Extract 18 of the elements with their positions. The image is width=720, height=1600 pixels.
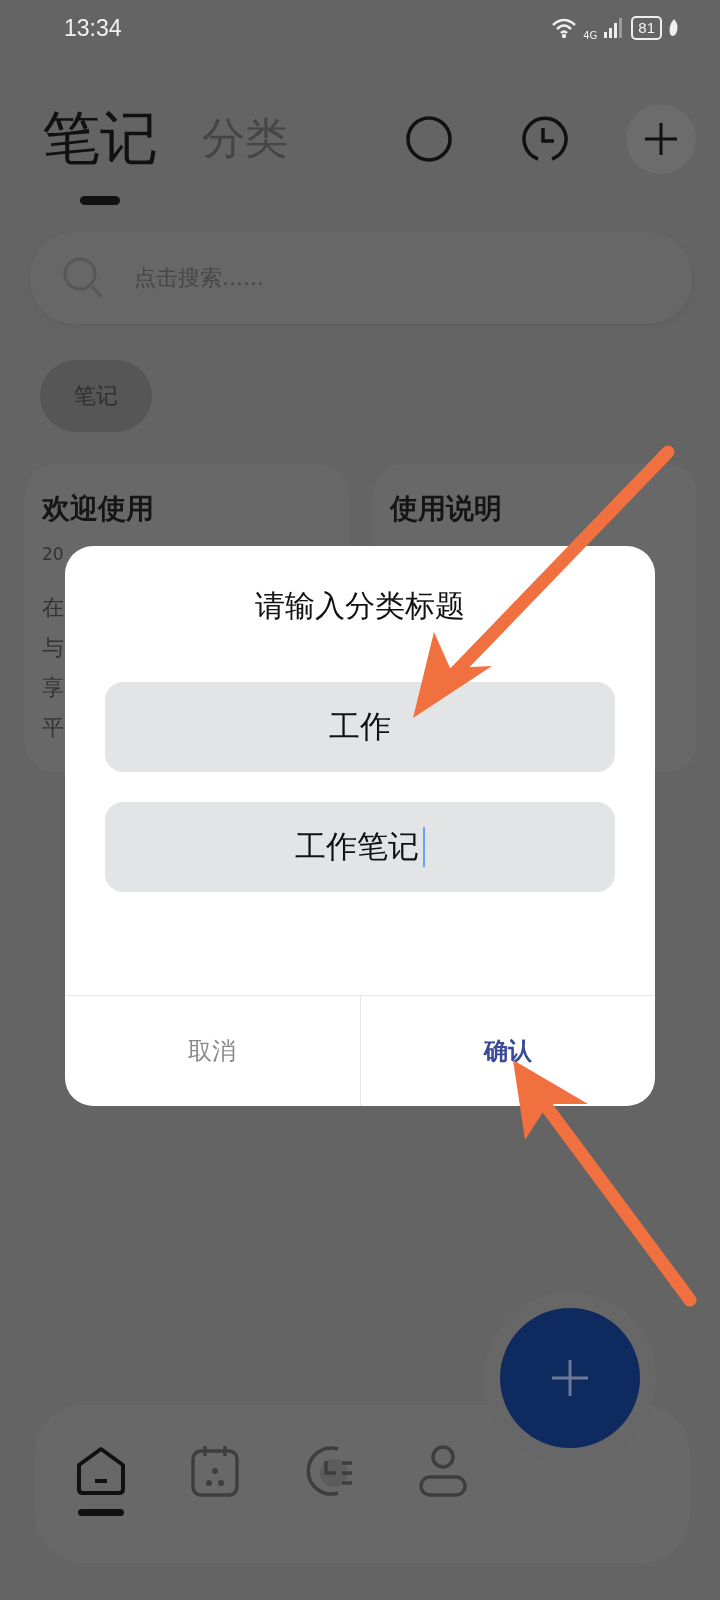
dialog-title: 请输入分类标题 bbox=[255, 587, 465, 625]
network-label: 4G bbox=[583, 29, 598, 41]
input-field[interactable]: 工作笔记 bbox=[105, 802, 615, 892]
wifi-icon bbox=[551, 17, 578, 39]
note-title: 欢迎使用 bbox=[42, 491, 155, 527]
tab-indicator bbox=[80, 196, 120, 205]
profile-icon bbox=[417, 1443, 469, 1499]
calendar-icon bbox=[189, 1443, 241, 1499]
leaf-icon bbox=[668, 18, 680, 38]
plus-icon bbox=[550, 1358, 590, 1398]
note-title: 使用说明 bbox=[390, 491, 503, 527]
battery-level: 81 bbox=[631, 16, 662, 40]
input-field[interactable]: 工作 bbox=[105, 682, 615, 772]
nav-indicator bbox=[78, 1509, 124, 1516]
plus-icon bbox=[643, 121, 679, 157]
status-time: 13:34 bbox=[64, 14, 122, 42]
tab[interactable]: 笔记 bbox=[42, 100, 158, 205]
cancel-button[interactable]: 取消 bbox=[65, 996, 360, 1106]
